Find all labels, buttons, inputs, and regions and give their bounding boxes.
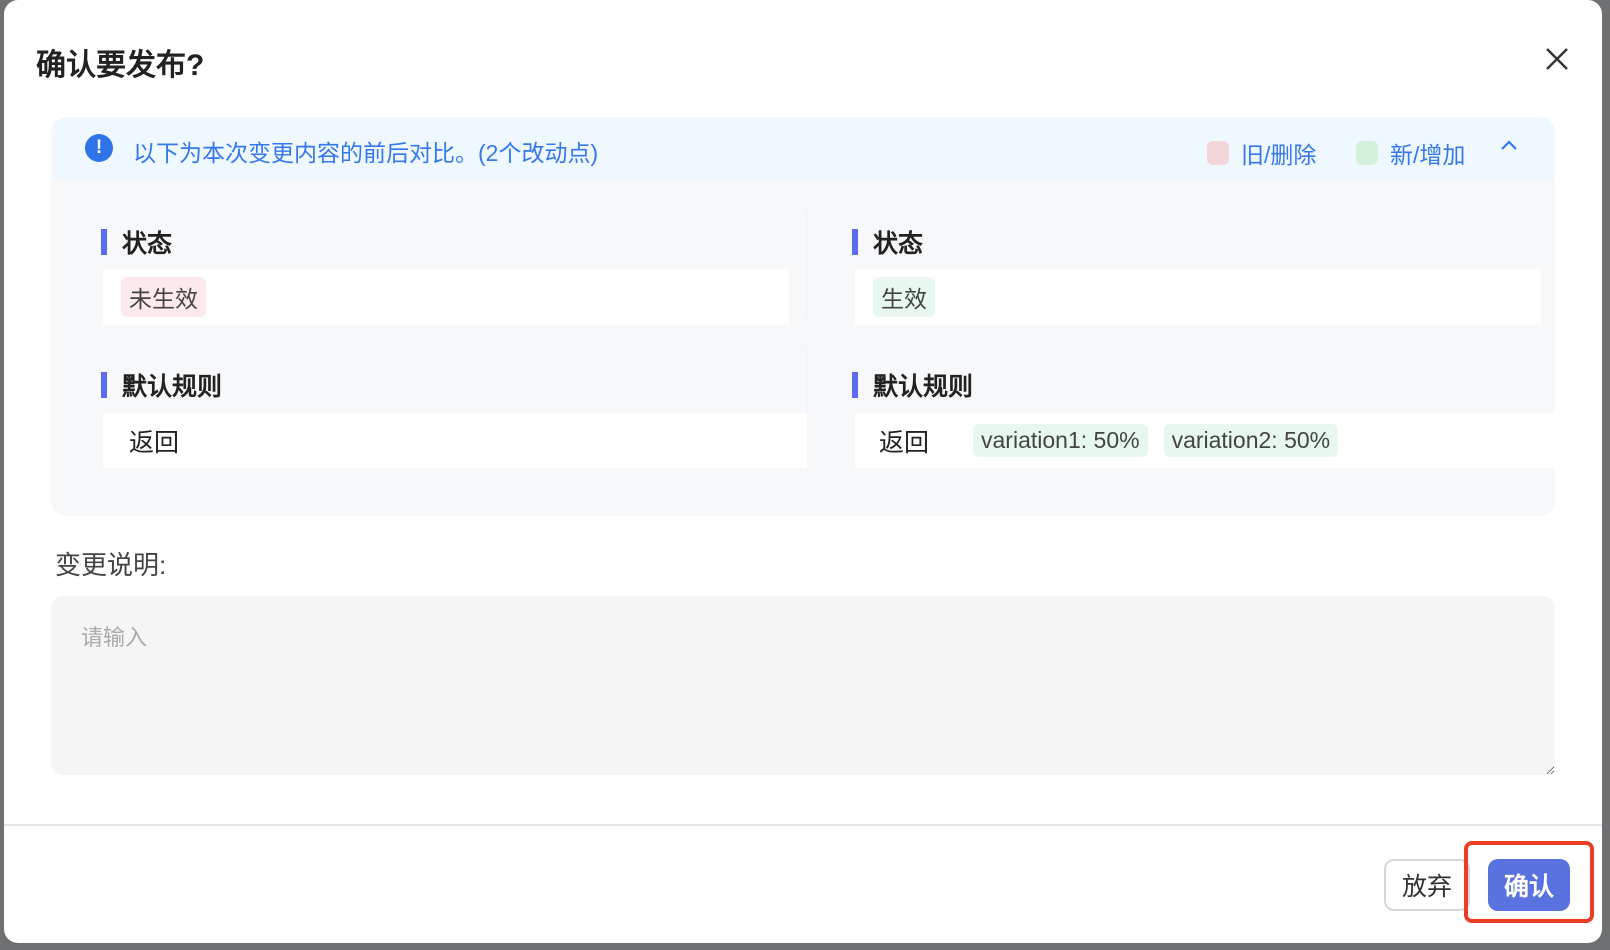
legend-old: 旧/删除	[1207, 136, 1316, 170]
confirm-button[interactable]: 确认	[1488, 859, 1570, 911]
variation-tag: variation2: 50%	[1163, 424, 1339, 457]
variation-tag: variation1: 50%	[973, 424, 1148, 457]
dialog-title: 确认要发布?	[36, 49, 205, 82]
new-rule-return: 返回	[879, 428, 930, 457]
cancel-button[interactable]: 放弃	[1384, 859, 1470, 911]
legend-new-label: 新/增加	[1390, 142, 1466, 168]
old-rule-title: 默认规则	[101, 367, 222, 403]
change-note-input[interactable]	[51, 596, 1555, 775]
close-icon[interactable]	[1542, 44, 1572, 74]
old-status-field: 未生效	[103, 269, 789, 325]
new-swatch	[1356, 141, 1378, 165]
footer-divider	[4, 824, 1602, 826]
new-status-tag: 生效	[873, 277, 935, 317]
legend-old-label: 旧/删除	[1241, 142, 1317, 168]
old-rule-return: 返回	[129, 428, 180, 457]
old-rule-field: 返回	[103, 413, 807, 468]
publish-confirm-dialog: 确认要发布? ! 以下为本次变更内容的前后对比。(2个改动点) 旧/删除 新/增…	[4, 0, 1602, 943]
old-status-tag: 未生效	[121, 277, 206, 317]
diff-notice: 以下为本次变更内容的前后对比。(2个改动点)	[133, 140, 599, 166]
chevron-up-icon[interactable]	[1499, 135, 1519, 158]
change-note-label: 变更说明:	[55, 550, 167, 580]
new-rule-title: 默认规则	[852, 367, 973, 403]
diff-panel: ! 以下为本次变更内容的前后对比。(2个改动点) 旧/删除 新/增加 状态 未生…	[51, 117, 1555, 516]
old-swatch	[1207, 141, 1229, 165]
old-status-title: 状态	[101, 224, 172, 260]
legend-new: 新/增加	[1356, 136, 1465, 170]
new-status-title: 状态	[852, 224, 923, 260]
info-icon: !	[85, 134, 113, 162]
diff-header: ! 以下为本次变更内容的前后对比。(2个改动点) 旧/删除 新/增加	[51, 117, 1555, 180]
new-status-field: 生效	[855, 269, 1541, 325]
new-rule-field: 返回 variation1: 50% variation2: 50%	[855, 413, 1555, 468]
column-divider	[806, 212, 807, 318]
